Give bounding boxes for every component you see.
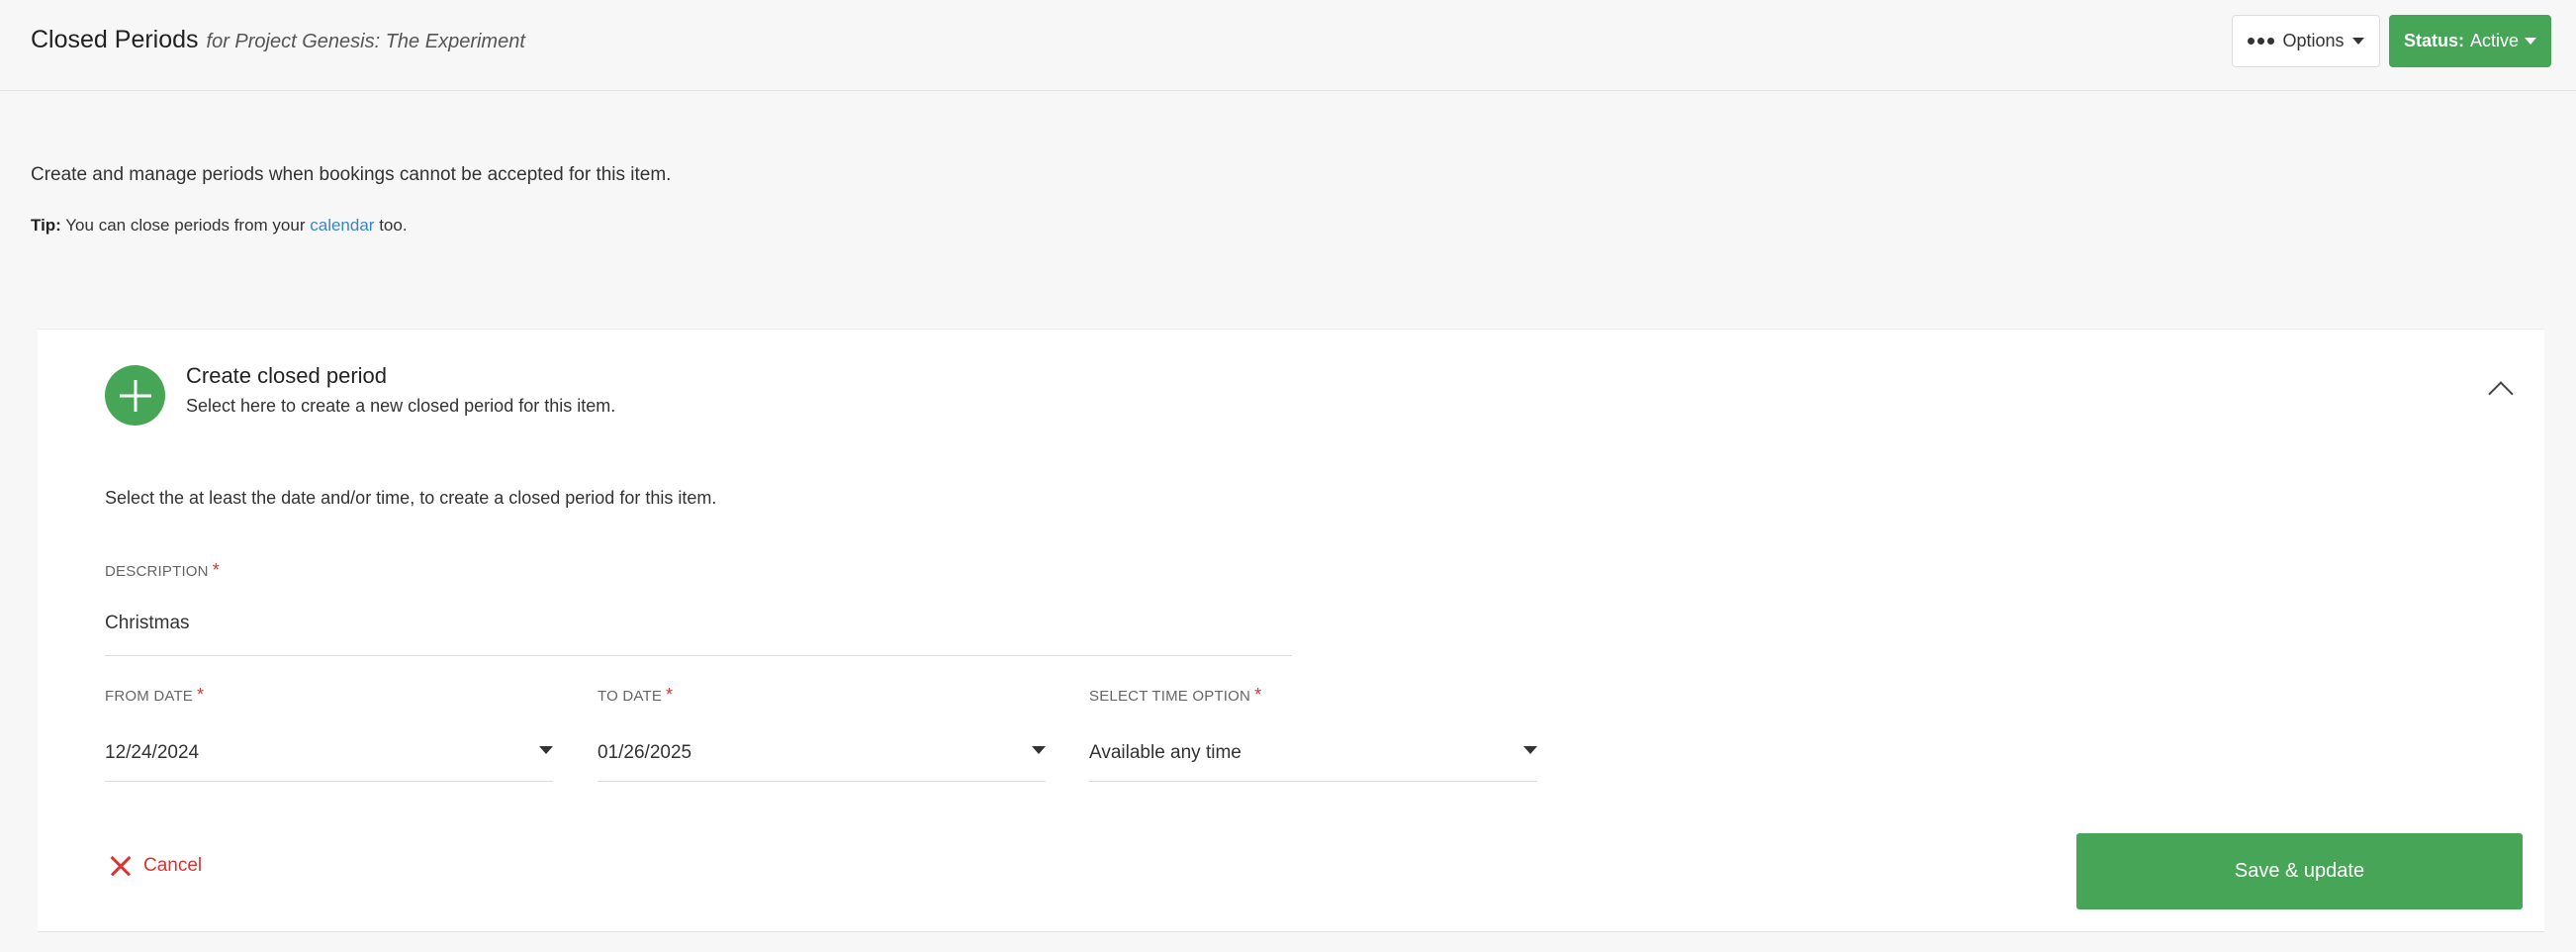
description-label-text: DESCRIPTION — [105, 563, 209, 580]
time-option-label: SELECT TIME OPTION * — [1089, 685, 1261, 706]
form-instruction: Select the at least the date and/or time… — [105, 488, 717, 508]
time-option-label-text: SELECT TIME OPTION — [1089, 688, 1251, 705]
close-icon — [110, 855, 132, 877]
description-value: Christmas — [105, 613, 190, 633]
tip-text-after: too. — [379, 216, 408, 235]
required-marker: * — [666, 685, 674, 705]
to-date-select[interactable]: 01/26/2025 — [598, 718, 1046, 782]
status-button[interactable]: Status: Active — [2389, 15, 2551, 67]
card-title: Create closed period — [186, 363, 388, 388]
options-button[interactable]: Options — [2232, 15, 2380, 67]
options-label: Options — [2282, 31, 2345, 50]
caret-down-icon — [1032, 746, 1046, 754]
status-value: Active — [2469, 31, 2520, 50]
from-date-select[interactable]: 12/24/2024 — [105, 718, 553, 782]
more-dots-icon — [2248, 38, 2275, 45]
page-header: Closed Periods for Project Genesis: The E… — [0, 0, 2576, 91]
to-date-value: 01/26/2025 — [598, 742, 692, 763]
create-closed-period-card: Create closed period Select here to crea… — [38, 329, 2544, 932]
tip-text: Tip: You can close periods from your cal… — [31, 216, 408, 236]
from-date-value: 12/24/2024 — [105, 742, 200, 763]
required-marker: * — [1254, 685, 1262, 705]
chevron-up-icon[interactable] — [2488, 381, 2514, 407]
calendar-link[interactable]: calendar — [310, 216, 374, 235]
from-date-label: FROM DATE * — [105, 685, 204, 706]
status-label: Status: — [2403, 31, 2464, 50]
card-subtitle: Select here to create a new closed perio… — [186, 396, 616, 416]
caret-down-icon — [2351, 38, 2364, 45]
time-option-value: Available any time — [1089, 742, 1242, 763]
to-date-label: TO DATE * — [598, 685, 673, 706]
tip-label: Tip: — [31, 216, 61, 235]
tip-text-before: You can close periods from your — [65, 216, 306, 235]
cancel-label: Cancel — [143, 855, 203, 876]
time-option-select[interactable]: Available any time — [1089, 718, 1537, 782]
description-label: DESCRIPTION * — [105, 560, 220, 581]
page-subtitle: for Project Genesis: The Experiment — [206, 31, 525, 52]
caret-down-icon — [539, 746, 553, 754]
to-date-label-text: TO DATE — [598, 688, 663, 705]
caret-down-icon — [1523, 746, 1537, 754]
page-title: Closed Periods for Project Genesis: The E… — [31, 26, 525, 54]
required-marker: * — [212, 560, 220, 580]
plus-circle-icon[interactable] — [105, 365, 165, 426]
intro-description: Create and manage periods when bookings … — [31, 164, 672, 185]
cancel-button[interactable]: Cancel — [110, 855, 202, 877]
required-marker: * — [197, 685, 205, 705]
page-title-text: Closed Periods — [31, 26, 199, 53]
caret-down-icon — [2525, 38, 2537, 45]
description-field[interactable]: Christmas — [105, 595, 1292, 656]
save-update-button[interactable]: Save & update — [2076, 833, 2523, 909]
from-date-label-text: FROM DATE — [105, 688, 194, 705]
